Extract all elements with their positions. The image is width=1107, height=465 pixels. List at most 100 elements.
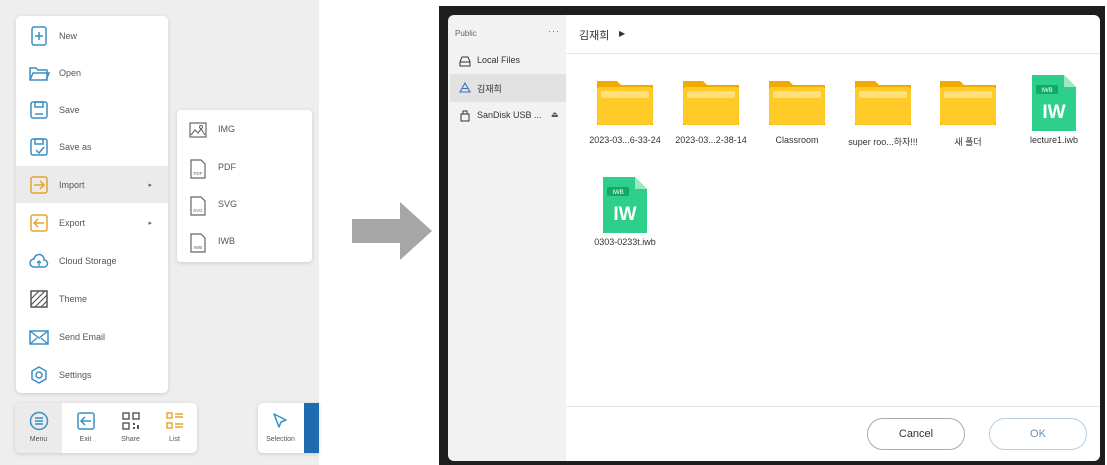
save-as-icon xyxy=(30,138,48,156)
drive-icon xyxy=(459,56,471,67)
submenu-arrow-icon: ▸ xyxy=(148,181,152,189)
usb-icon xyxy=(460,110,470,122)
file-item-folder[interactable]: 2023-03...2-38-14 xyxy=(668,73,754,163)
theme-icon xyxy=(30,290,48,308)
svg-badge-text: SVG xyxy=(193,208,203,213)
menu-item-export[interactable]: Export ▸ xyxy=(16,204,168,241)
menu-item-label: Send Email xyxy=(59,331,106,342)
submenu-item-label: SVG xyxy=(218,199,238,209)
file-name: 0303-0233t.iwb xyxy=(594,237,656,247)
menu-item-open[interactable]: Open xyxy=(16,54,168,91)
file-item-folder[interactable]: 2023-03...6-33-24 xyxy=(582,73,668,163)
cursor-icon xyxy=(273,413,287,428)
sidebar-item-local-files[interactable]: Local Files xyxy=(450,47,566,75)
bottom-toolbar: Menu Exit Share List xyxy=(15,403,197,453)
iwb-badge-text: IWB xyxy=(194,245,203,250)
menu-item-settings[interactable]: Settings xyxy=(16,356,168,393)
file-name: 2023-03...2-38-14 xyxy=(675,135,747,145)
menu-item-label: Save as xyxy=(59,141,92,152)
iwb-file-icon: IWB xyxy=(190,233,206,253)
menu-item-label: Open xyxy=(59,67,82,78)
file-name: 2023-03...6-33-24 xyxy=(589,135,661,145)
cancel-button[interactable]: Cancel xyxy=(867,418,965,450)
toolbar-menu-button[interactable]: Menu xyxy=(16,403,61,453)
folder-icon xyxy=(855,81,911,125)
iwb-badge-text: IWB xyxy=(612,190,623,196)
toolbar-label: Exit xyxy=(79,436,92,443)
menu-item-theme[interactable]: Theme xyxy=(16,280,168,317)
submenu-item-pdf[interactable]: PDF PDF xyxy=(177,149,312,187)
file-item-folder[interactable]: super roo...하자!!! xyxy=(840,73,926,163)
submenu-item-img[interactable]: IMG xyxy=(177,111,312,149)
submenu-arrow-icon: ▸ xyxy=(148,219,152,227)
submenu-item-label: IWB xyxy=(218,236,235,246)
ok-button[interactable]: OK xyxy=(989,418,1087,450)
file-item-folder[interactable]: Classroom xyxy=(754,73,840,163)
menu-item-label: Import xyxy=(59,179,85,190)
email-icon xyxy=(29,330,49,345)
file-name: Classroom xyxy=(775,135,819,145)
menu-item-save[interactable]: Save xyxy=(16,91,168,128)
menu-item-label: New xyxy=(59,30,78,41)
folder-icon xyxy=(769,81,825,125)
submenu-item-iwb[interactable]: IWB IWB xyxy=(177,223,312,261)
eject-icon[interactable]: ⏏ xyxy=(551,110,559,119)
folder-icon xyxy=(683,81,739,125)
toolbar-label: List xyxy=(169,436,180,443)
import-submenu: IMG PDF PDF SVG SVG IWB IWB xyxy=(177,110,312,262)
iwb-document-icon: IWB IW xyxy=(1032,75,1076,131)
menu-icon xyxy=(29,411,49,431)
menu-item-import[interactable]: Import ▸ xyxy=(16,166,168,203)
menu-item-cloud-storage[interactable]: Cloud Storage xyxy=(16,242,168,279)
file-item-iwb[interactable]: IWB IW 0303-0233t.iwb xyxy=(582,175,668,265)
menu-item-label: Settings xyxy=(59,369,92,380)
toolbar-label: Menu xyxy=(29,436,48,443)
menu-item-label: Cloud Storage xyxy=(59,255,117,266)
toolbar-label: Share xyxy=(121,436,140,443)
svg-file-icon: SVG xyxy=(190,196,206,216)
cloud-drive-icon xyxy=(459,82,471,93)
menu-item-save-as[interactable]: Save as xyxy=(16,128,168,165)
toolbar-share-button[interactable]: Share xyxy=(108,403,153,453)
folder-icon xyxy=(597,81,653,125)
toolbar-exit-button[interactable]: Exit xyxy=(63,403,108,453)
pdf-file-icon: PDF xyxy=(190,159,206,179)
save-icon xyxy=(30,101,48,119)
active-tool-strip xyxy=(304,403,319,453)
sidebar-item-label: SanDisk USB ... xyxy=(477,110,542,120)
file-item-folder[interactable]: 새 폴더 xyxy=(925,73,1011,163)
toolbar-list-button[interactable]: List xyxy=(152,403,197,453)
submenu-item-svg[interactable]: SVG SVG xyxy=(177,186,312,224)
new-file-icon xyxy=(31,26,47,46)
submenu-item-label: IMG xyxy=(218,124,235,134)
iwb-mark-text: IW xyxy=(1042,102,1065,123)
sidebar-item-cloud-user[interactable]: 김재희 xyxy=(450,74,566,102)
main-menu: New Open Save Save as Import ▸ Export ▸ … xyxy=(16,16,168,393)
list-icon xyxy=(166,412,183,429)
toolbar-label: Selection xyxy=(266,436,295,443)
sidebar-item-label: 김재희 xyxy=(477,84,502,94)
file-name: lecture1.iwb xyxy=(1029,135,1079,145)
transition-arrow-icon xyxy=(352,202,432,260)
selection-tool-button[interactable]: Selection xyxy=(258,403,319,453)
file-name: 새 폴더 xyxy=(954,137,982,147)
iwb-mark-text: IW xyxy=(613,204,636,225)
menu-item-label: Export xyxy=(59,217,86,228)
folder-icon xyxy=(940,81,996,125)
menu-item-send-email[interactable]: Send Email xyxy=(16,318,168,355)
folder-open-icon xyxy=(29,67,50,81)
menu-item-new[interactable]: New xyxy=(16,17,168,54)
exit-icon xyxy=(77,412,95,430)
pdf-badge-text: PDF xyxy=(194,171,203,176)
iwb-document-icon: IWB IW xyxy=(603,177,647,233)
image-file-icon xyxy=(189,122,207,138)
more-options-icon[interactable]: ··· xyxy=(548,26,560,36)
breadcrumb-arrow-icon[interactable]: ▶ xyxy=(619,29,625,38)
sidebar-item-usb[interactable]: SanDisk USB ... ⏏ xyxy=(450,102,566,130)
settings-icon xyxy=(31,366,47,384)
file-item-iwb[interactable]: IWB IW lecture1.iwb xyxy=(1011,73,1097,163)
cloud-storage-icon xyxy=(29,253,49,268)
submenu-item-label: PDF xyxy=(218,162,236,172)
sidebar-item-label: Local Files xyxy=(477,55,521,65)
footer-divider xyxy=(566,406,1100,407)
